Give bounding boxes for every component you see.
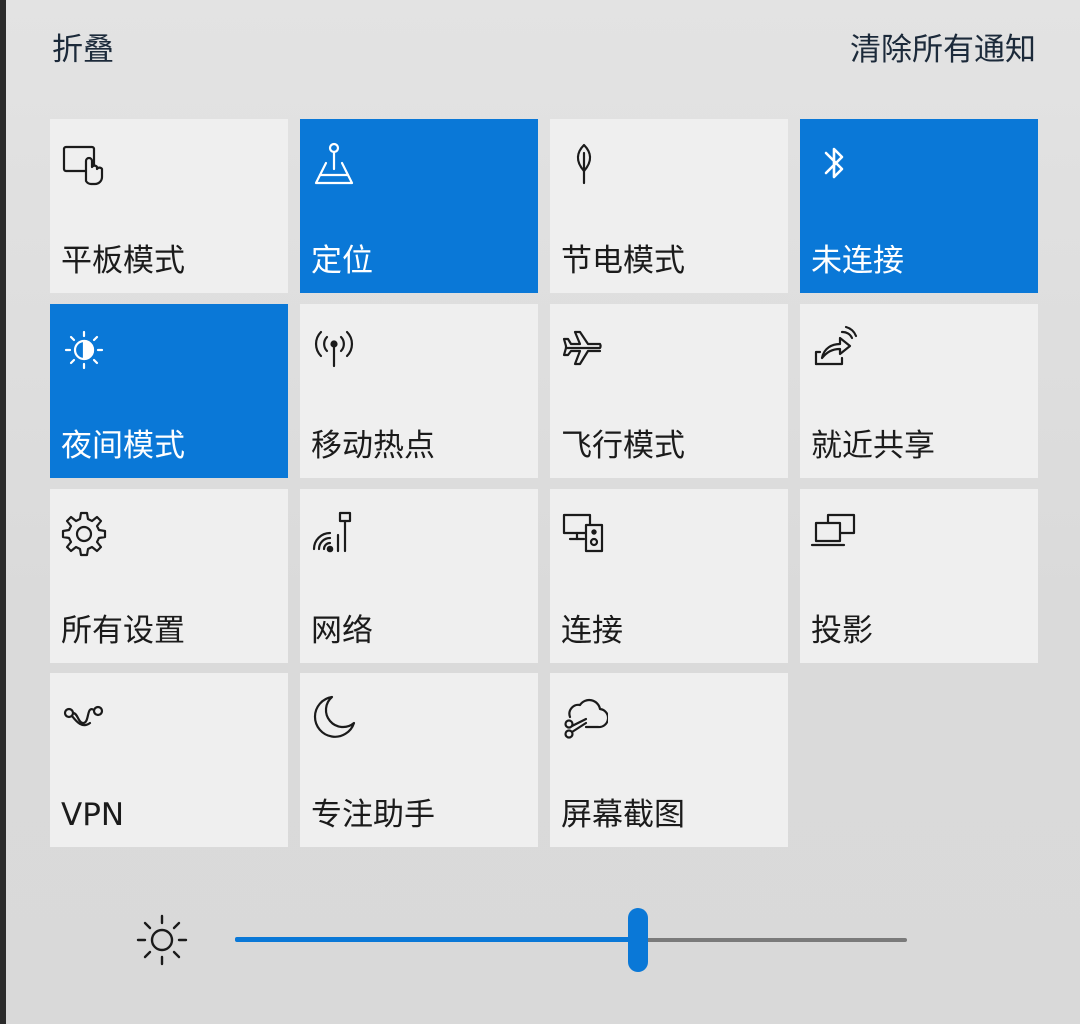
moon-icon: [310, 693, 358, 741]
tile-bluetooth[interactable]: 未连接: [800, 119, 1038, 293]
tile-nearby-share[interactable]: 就近共享: [800, 304, 1038, 478]
location-icon: [310, 139, 358, 187]
tile-label: 夜间模式: [61, 428, 185, 464]
tile-label: 飞行模式: [561, 428, 685, 464]
bluetooth-icon: [810, 139, 858, 187]
tile-label: 就近共享: [811, 428, 935, 464]
tile-screen-snip[interactable]: 屏幕截图: [550, 673, 788, 847]
sun-icon: [134, 912, 190, 968]
tile-label: 定位: [311, 243, 373, 279]
collapse-button[interactable]: 折叠: [52, 30, 114, 70]
tile-connect[interactable]: 连接: [550, 489, 788, 663]
tile-label: 节电模式: [561, 243, 685, 279]
brightness-slider-filled-track[interactable]: [235, 937, 639, 942]
tile-mobile-hotspot[interactable]: 移动热点: [300, 304, 538, 478]
tile-focus-assist[interactable]: 专注助手: [300, 673, 538, 847]
battery-saver-icon: [560, 139, 608, 187]
tile-project[interactable]: 投影: [800, 489, 1038, 663]
tile-location[interactable]: 定位: [300, 119, 538, 293]
tile-label: 连接: [561, 613, 623, 649]
night-light-icon: [60, 324, 108, 372]
tile-label: 未连接: [811, 243, 904, 279]
tile-label: 投影: [811, 613, 873, 649]
tile-label: 网络: [311, 613, 373, 649]
tile-label: 平板模式: [61, 243, 185, 279]
vpn-icon: [60, 693, 108, 741]
tile-vpn[interactable]: VPN: [50, 673, 288, 847]
gear-icon: [60, 509, 108, 557]
tile-label: VPN: [61, 797, 125, 833]
tile-label: 所有设置: [61, 613, 185, 649]
connect-icon: [560, 509, 608, 557]
mobile-hotspot-icon: [310, 324, 358, 372]
tile-label: 专注助手: [311, 797, 435, 833]
nearby-share-icon: [810, 324, 858, 372]
tile-label: 屏幕截图: [561, 797, 685, 833]
tile-all-settings[interactable]: 所有设置: [50, 489, 288, 663]
screen-snip-icon: [560, 693, 608, 741]
tile-network[interactable]: 网络: [300, 489, 538, 663]
tile-label: 移动热点: [311, 428, 435, 464]
network-icon: [310, 509, 358, 557]
airplane-icon: [560, 324, 608, 372]
clear-all-notifications-button[interactable]: 清除所有通知: [850, 30, 1036, 70]
tile-battery-saver[interactable]: 节电模式: [550, 119, 788, 293]
tablet-mode-icon: [60, 139, 108, 187]
project-icon: [810, 509, 858, 557]
brightness-slider-track[interactable]: [638, 938, 907, 942]
action-center-panel: 折叠 清除所有通知 平板模式 定位 节电模式 未连接 夜间模式 移动热点 飞行模…: [6, 0, 1080, 1024]
brightness-slider-thumb[interactable]: [628, 908, 649, 972]
tile-tablet-mode[interactable]: 平板模式: [50, 119, 288, 293]
tile-night-light[interactable]: 夜间模式: [50, 304, 288, 478]
tile-airplane-mode[interactable]: 飞行模式: [550, 304, 788, 478]
brightness-control: [6, 900, 1080, 980]
